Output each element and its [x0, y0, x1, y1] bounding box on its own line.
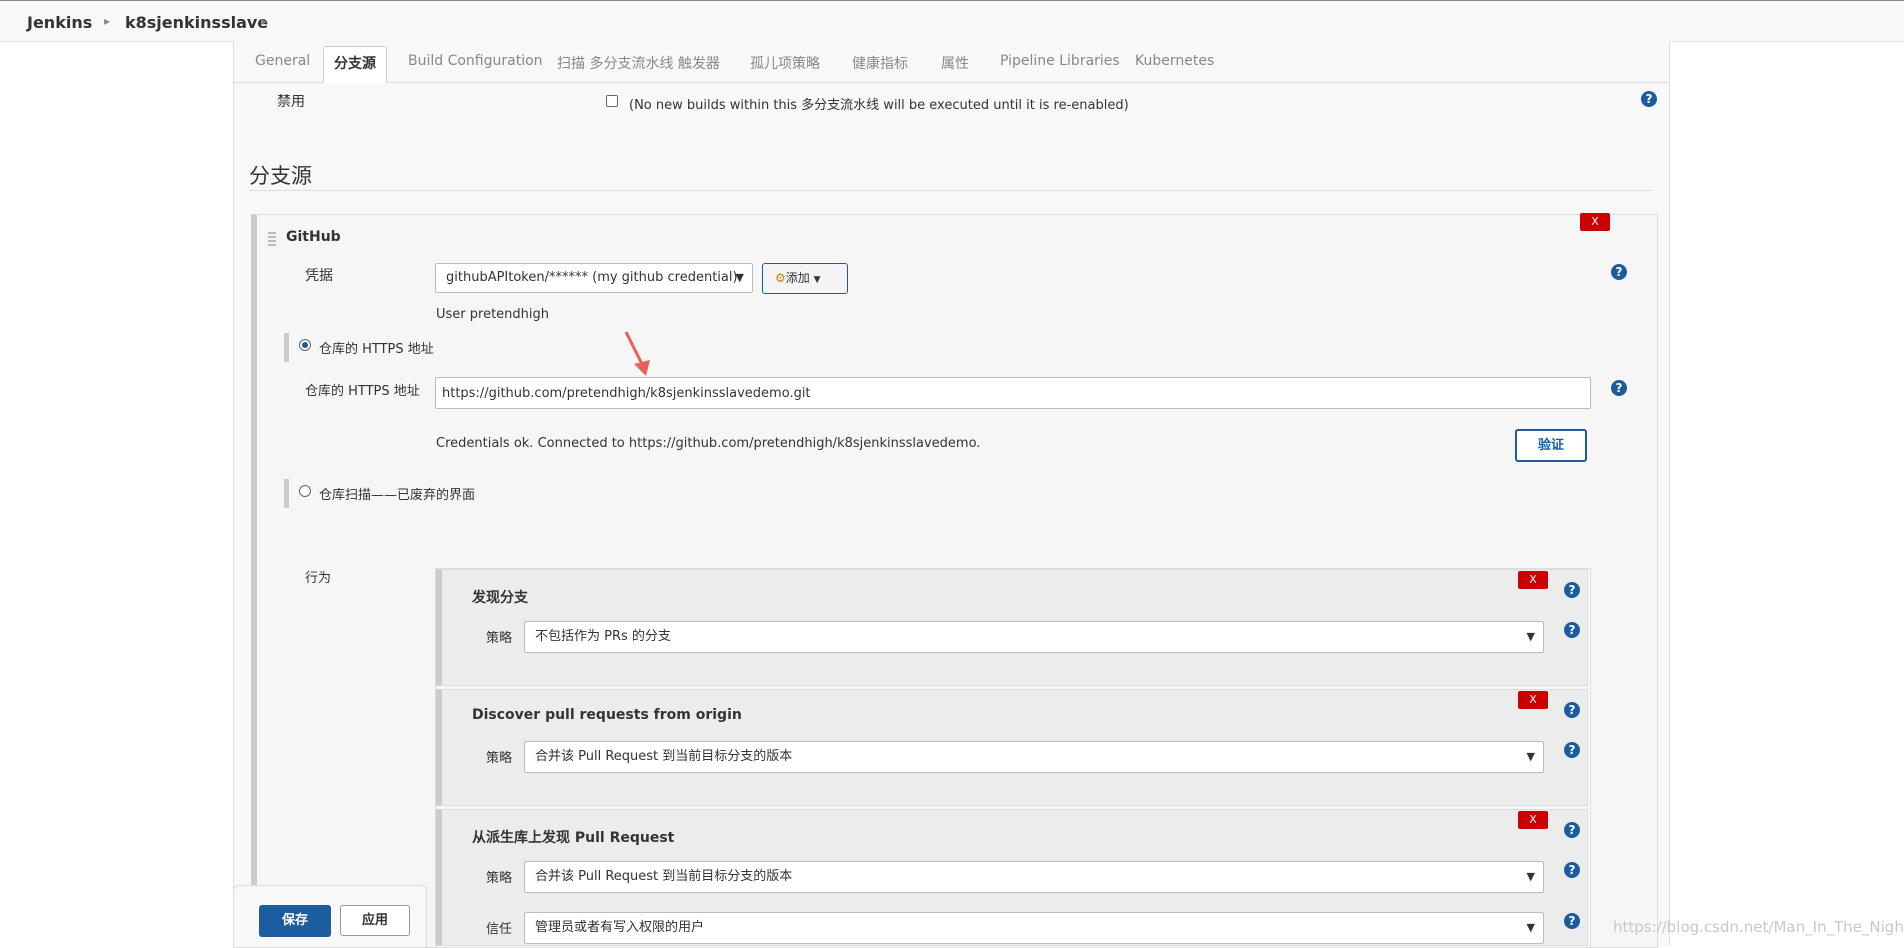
apply-button[interactable]: 应用	[340, 905, 410, 936]
help-icon[interactable]: ?	[1564, 822, 1580, 838]
validation-message: Credentials ok. Connected to https://git…	[436, 436, 981, 451]
chevron-right-icon[interactable]: ▸	[104, 14, 110, 28]
tab-scan-triggers[interactable]: 扫描 多分支流水线 触发器	[557, 53, 720, 73]
radio-scan[interactable]	[299, 485, 311, 497]
strategy-select[interactable]: 合并该 Pull Request 到当前目标分支的版本 ▼	[524, 741, 1544, 773]
delete-behavior-button[interactable]: X	[1518, 571, 1548, 589]
strategy-label: 策略	[486, 751, 513, 766]
option-indicator	[284, 333, 289, 362]
chevron-right-icon[interactable]: ▸	[261, 14, 267, 28]
chevron-down-icon: ▼	[735, 271, 744, 284]
behavior-title: 从派生库上发现 Pull Request	[472, 830, 675, 846]
behavior-title: Discover pull requests from origin	[472, 707, 742, 723]
drag-handle-icon[interactable]	[268, 230, 276, 246]
help-icon[interactable]: ?	[1564, 702, 1580, 718]
chevron-down-icon: ▼	[1526, 750, 1535, 763]
disable-label: 禁用	[277, 94, 305, 110]
delete-behavior-button[interactable]: X	[1518, 811, 1548, 829]
validate-button[interactable]: 验证	[1515, 429, 1587, 462]
add-credentials-button[interactable]: ⚙添加 ▼	[762, 263, 848, 294]
help-icon[interactable]: ?	[1611, 380, 1627, 396]
tab-general[interactable]: General	[255, 53, 310, 69]
option-indicator	[284, 479, 289, 508]
strategy-label: 策略	[486, 631, 513, 646]
help-icon[interactable]: ?	[1564, 742, 1580, 758]
section-title: 分支源	[249, 164, 312, 188]
radio-https-label: 仓库的 HTTPS 地址	[319, 342, 434, 357]
tab-kubernetes[interactable]: Kubernetes	[1135, 53, 1214, 69]
behaviors-label: 行为	[305, 571, 332, 586]
behavior-title: 发现分支	[472, 590, 528, 606]
save-button[interactable]: 保存	[259, 905, 331, 937]
credentials-select[interactable]: githubAPItoken/****** (my github credent…	[435, 263, 753, 293]
tab-build-configuration[interactable]: Build Configuration	[408, 53, 543, 69]
tab-branch-sources[interactable]: 分支源	[323, 46, 387, 83]
disable-description: (No new builds within this 多分支流水线 will b…	[629, 98, 1129, 113]
breadcrumb-project[interactable]: k8sjenkinsslave	[125, 13, 268, 32]
trust-select[interactable]: 管理员或者有写入权限的用户 ▼	[524, 912, 1544, 944]
help-icon[interactable]: ?	[1564, 862, 1580, 878]
config-tabs: General 分支源 Build Configuration 扫描 多分支流水…	[234, 42, 1668, 83]
chevron-down-icon: ▼	[1526, 870, 1535, 883]
disable-checkbox[interactable]	[606, 95, 618, 107]
chevron-down-icon: ▼	[1526, 630, 1535, 643]
breadcrumb: Jenkins ▸ k8sjenkinsslave ▸	[0, 0, 1904, 42]
section-divider	[249, 190, 1652, 191]
delete-behavior-button[interactable]: X	[1518, 691, 1548, 709]
tab-pipeline-libraries[interactable]: Pipeline Libraries	[1000, 53, 1120, 69]
credentials-value: githubAPItoken/****** (my github credent…	[446, 270, 738, 285]
key-icon: ⚙	[775, 271, 786, 285]
repo-url-label: 仓库的 HTTPS 地址	[305, 384, 420, 399]
tab-orphan-strategy[interactable]: 孤儿项策略	[750, 53, 820, 73]
radio-scan-label: 仓库扫描——已废弃的界面	[319, 488, 476, 503]
tab-health-metrics[interactable]: 健康指标	[852, 53, 908, 73]
strategy-select[interactable]: 合并该 Pull Request 到当前目标分支的版本 ▼	[524, 861, 1544, 893]
breadcrumb-jenkins[interactable]: Jenkins	[27, 13, 92, 32]
strategy-select[interactable]: 不包括作为 PRs 的分支 ▼	[524, 621, 1544, 653]
help-icon[interactable]: ?	[1611, 264, 1627, 280]
chevron-down-icon: ▼	[1526, 921, 1535, 934]
credentials-user: User pretendhigh	[436, 307, 550, 322]
annotation-arrow-icon	[624, 331, 650, 376]
radio-https[interactable]	[299, 339, 311, 351]
help-icon[interactable]: ?	[1564, 622, 1580, 638]
delete-source-button[interactable]: X	[1580, 213, 1610, 231]
credentials-label: 凭据	[305, 268, 333, 284]
repo-url-input[interactable]	[435, 377, 1591, 409]
tab-properties[interactable]: 属性	[941, 53, 969, 73]
help-icon[interactable]: ?	[1564, 582, 1580, 598]
strategy-label: 策略	[486, 871, 513, 886]
watermark: https://blog.csdn.net/Man_In_The_Night	[1613, 918, 1904, 936]
help-icon[interactable]: ?	[1564, 913, 1580, 929]
trust-label: 信任	[486, 922, 513, 937]
github-title: GitHub	[286, 229, 341, 245]
help-icon[interactable]: ?	[1641, 91, 1657, 107]
caret-down-icon: ▼	[813, 275, 821, 285]
